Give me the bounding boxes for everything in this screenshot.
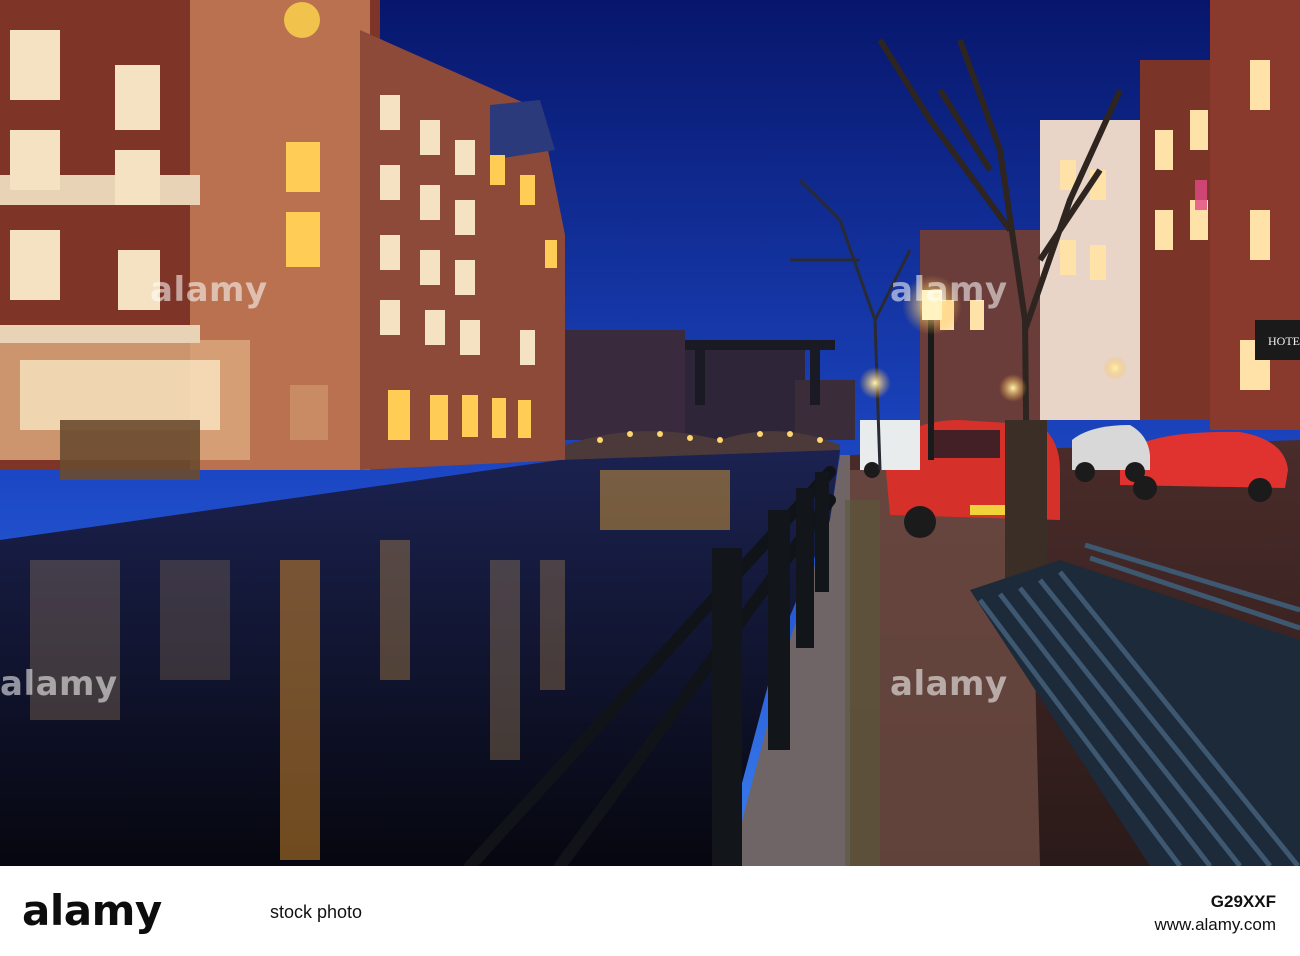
grass-strip [845,500,880,866]
site-link[interactable]: www.alamy.com [1154,913,1276,936]
footer-bar: alamy stock photo G29XXF www.alamy.com [0,866,1300,956]
photo: HOTE alamy alamy alamy alamy [0,0,1300,866]
alamy-logo[interactable]: alamy [22,886,162,935]
image-id: G29XXF [1210,892,1276,911]
white-van [860,420,920,478]
canal-scene: HOTE [0,0,1300,866]
hotel-sign-text: HOTE [1268,334,1300,348]
clock-face [284,2,320,38]
stock-photo-label: stock photo [270,902,363,922]
footer-info: G29XXF www.alamy.com [1154,890,1276,936]
distant-skyline [565,330,855,460]
